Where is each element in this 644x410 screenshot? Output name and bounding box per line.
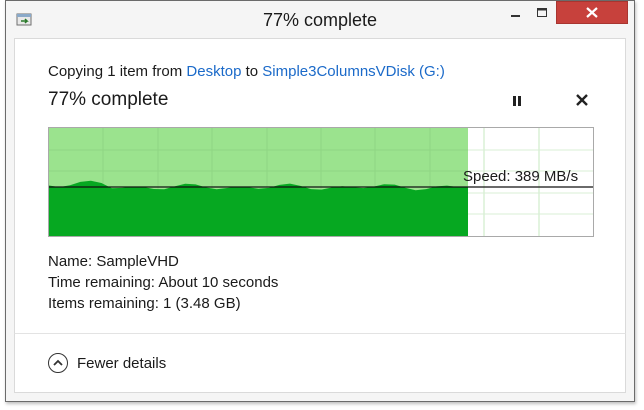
fewer-details-label: Fewer details: [77, 354, 167, 372]
name-value: SampleVHD: [96, 253, 179, 270]
dialog-footer: Fewer details: [14, 333, 626, 393]
detail-time-row: Time remaining: About 10 seconds: [48, 272, 278, 293]
items-remaining-label: Items remaining:: [48, 295, 159, 312]
copy-description: Copying 1 item from Desktop to Simple3Co…: [48, 63, 445, 80]
maximize-icon: [537, 7, 547, 17]
detail-items-row: Items remaining: 1 (3.48 GB): [48, 293, 278, 314]
file-copy-dialog: 77% complete Copying 1 item from Desktop…: [5, 0, 635, 402]
minimize-button[interactable]: [503, 1, 529, 24]
transfer-speed-graph: Speed: 389 MB/s: [48, 127, 594, 237]
destination-link[interactable]: Simple3ColumnsVDisk (G:): [262, 63, 445, 80]
speed-label: Speed: 389 MB/s: [463, 168, 579, 185]
copy-prefix: Copying 1 item from: [48, 63, 183, 80]
time-remaining-value: About 10 seconds: [158, 274, 279, 291]
name-label: Name:: [48, 253, 93, 270]
copy-to-word: to: [245, 63, 259, 80]
maximize-button[interactable]: [529, 1, 555, 24]
close-icon: [586, 7, 598, 18]
pause-icon[interactable]: [511, 94, 523, 108]
source-link[interactable]: Desktop: [186, 63, 241, 80]
speed-area: [49, 180, 468, 236]
time-remaining-label: Time remaining:: [48, 274, 155, 291]
progress-heading: 77% complete: [48, 89, 169, 110]
minimize-icon: [511, 14, 520, 17]
chevron-up-icon: [48, 353, 68, 373]
detail-name-row: Name: SampleVHD: [48, 251, 278, 272]
cancel-copy-icon[interactable]: [575, 93, 589, 107]
copy-progress-panel: Copying 1 item from Desktop to Simple3Co…: [14, 38, 626, 333]
title-bar[interactable]: 77% complete: [6, 1, 634, 38]
copy-details: Name: SampleVHD Time remaining: About 10…: [48, 251, 278, 314]
close-window-button[interactable]: [556, 1, 628, 24]
items-remaining-value: 1 (3.48 GB): [163, 295, 241, 312]
fewer-details-button[interactable]: Fewer details: [48, 353, 166, 373]
